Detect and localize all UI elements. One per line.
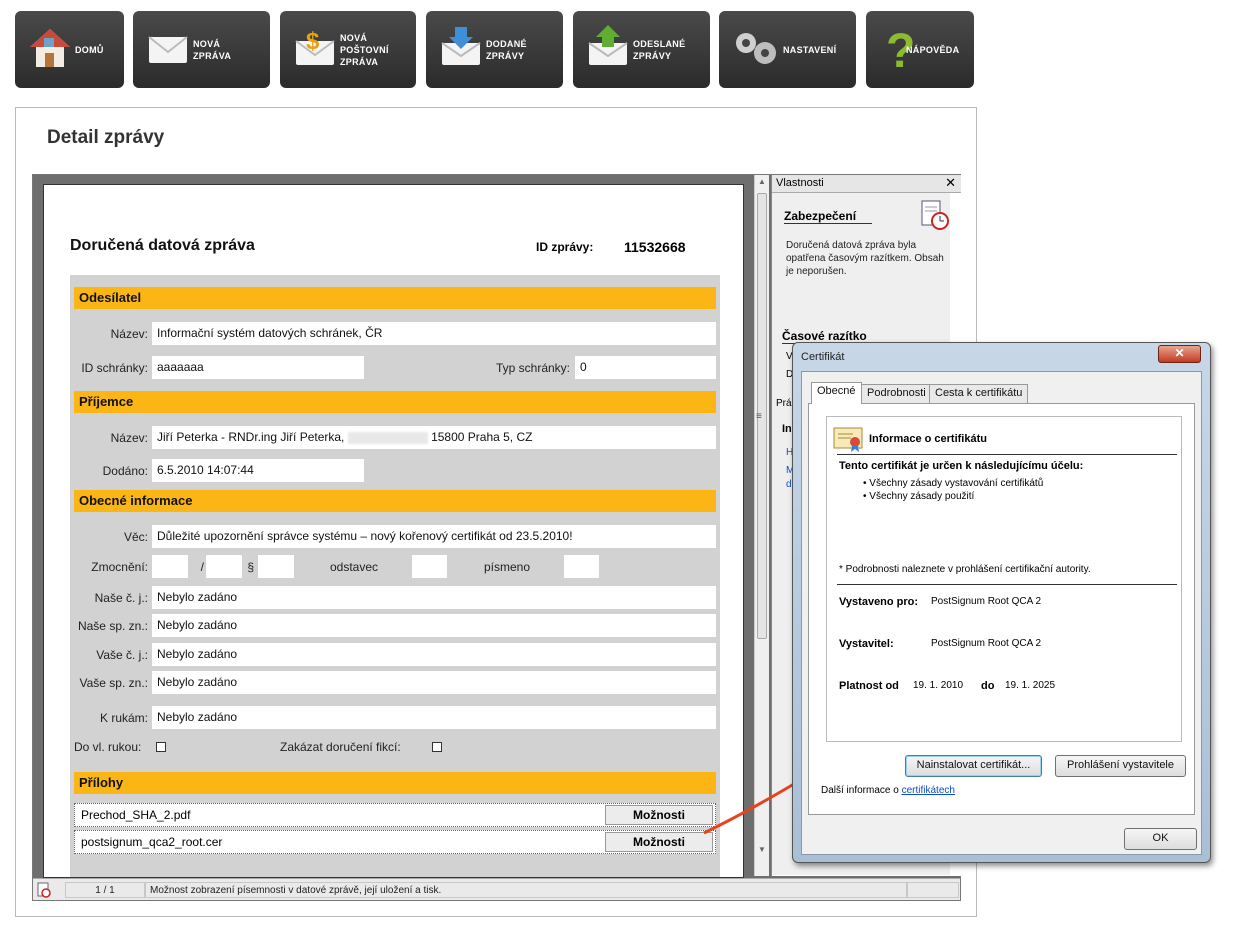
tab-details[interactable]: Podrobnosti [861,384,932,403]
issuer-label: Vystavitel: [839,638,894,650]
certificate-info-box: Informace o certifikátu Tento certifikát… [826,416,1182,742]
more-info-prefix: Další informace o [821,785,899,796]
more-info-text: Další informace o certifikátech [821,785,955,796]
issued-to-value: PostSignum Root QCA 2 [931,596,1042,607]
divider [837,454,1177,455]
valid-from-value: 19. 1. 2010 [913,680,964,691]
issuer-statement-button[interactable]: Prohlášení vystavitele [1055,755,1186,777]
valid-to-value: 19. 1. 2025 [1005,680,1056,691]
valid-to-label: do [981,680,995,692]
valid-from-label: Platnost od [839,680,899,692]
info-heading: Informace o certifikátu [869,433,987,445]
tab-pane-general: Informace o certifikátu Tento certifikát… [808,403,1195,815]
close-icon: ✕ [1174,346,1185,360]
install-certificate-button[interactable]: Nainstalovat certifikát... [905,755,1042,777]
purpose-heading: Tento certifikát je určen k následujícím… [839,460,1084,472]
purpose-item: • Všechny zásady vystavování certifikátů [863,478,1044,489]
tab-cert-path[interactable]: Cesta k certifikátu [929,384,1029,403]
purpose-item: • Všechny zásady použití [863,491,975,502]
dialog-title: Certifikát [801,351,845,363]
issued-to-label: Vystaveno pro: [839,596,919,608]
tab-general[interactable]: Obecné [811,382,862,404]
certificate-dialog: Certifikát ✕ Obecné Podrobnosti Cesta k … [792,342,1211,863]
footnote: * Podrobnosti naleznete v prohlášení cer… [839,564,1091,575]
dialog-close-button[interactable]: ✕ [1158,345,1201,363]
certificates-link[interactable]: certifikátech [902,785,955,796]
ok-button[interactable]: OK [1124,828,1197,850]
divider [837,584,1177,585]
issuer-value: PostSignum Root QCA 2 [931,638,1042,649]
dialog-content: Obecné Podrobnosti Cesta k certifikátu I… [801,371,1202,855]
